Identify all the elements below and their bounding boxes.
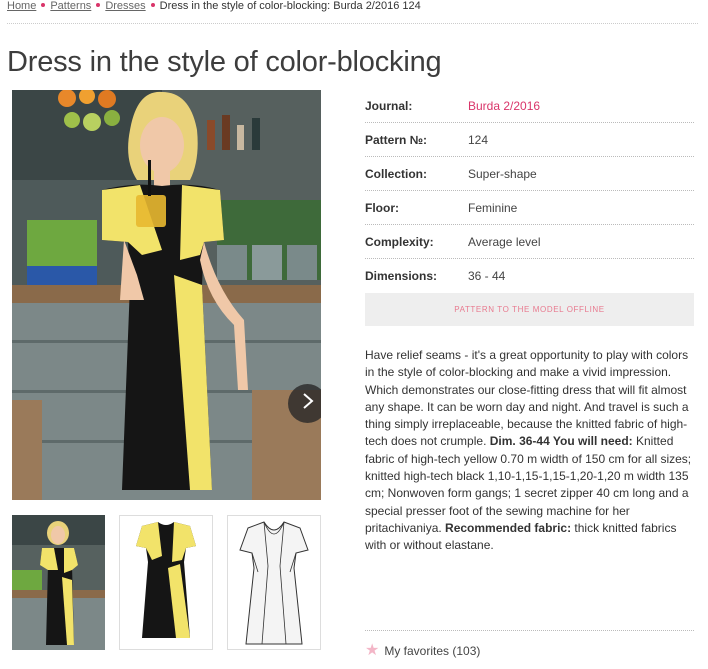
property-label: Complexity: <box>365 234 434 249</box>
pattern-offline-button[interactable]: PATTERN TO THE MODEL OFFLINE <box>365 293 694 326</box>
journal-link[interactable]: Burda 2/2016 <box>468 99 540 113</box>
breadcrumb-separator <box>96 3 101 7</box>
pattern-description: Have relief seams - it's a great opportu… <box>365 347 695 555</box>
next-image-button[interactable] <box>288 384 321 423</box>
property-label: Pattern №: <box>365 132 428 147</box>
property-row-dimensions: Dimensions: 36 - 44 <box>365 259 694 293</box>
breadcrumb-separator <box>41 3 46 7</box>
property-value: 124 <box>468 132 489 147</box>
property-value: Super-shape <box>468 166 537 181</box>
property-label: Journal: <box>365 98 413 113</box>
property-value: Average level <box>468 234 541 249</box>
thumbnail-technical-drawing[interactable] <box>227 515 321 650</box>
main-product-image[interactable] <box>12 90 321 500</box>
property-row-collection: Collection: Super-shape <box>365 157 694 191</box>
property-label: Collection: <box>365 166 427 181</box>
page-title: Dress in the style of color-blocking <box>7 46 442 78</box>
property-value: 36 - 44 <box>468 269 506 283</box>
divider <box>365 630 694 631</box>
favorites-label: My favorites (103) <box>384 644 481 658</box>
property-row-journal: Journal: Burda 2/2016 <box>365 89 694 123</box>
pattern-properties: Journal: Burda 2/2016 Pattern №: 124 Col… <box>365 89 694 293</box>
property-label: Dimensions: <box>365 269 438 283</box>
property-row-pattern-number: Pattern №: 124 <box>365 123 694 157</box>
property-label: Floor: <box>365 200 399 215</box>
breadcrumb: Home Patterns Dresses Dress in the style of… <box>7 0 421 14</box>
thumbnail-photo[interactable] <box>12 515 105 650</box>
breadcrumb-dresses-link[interactable]: Dresses <box>105 0 145 12</box>
property-row-floor: Floor: Feminine <box>365 191 694 225</box>
description-bold: Recommended fabric: <box>445 520 572 535</box>
divider <box>7 23 698 24</box>
breadcrumb-current: Dress in the style of color-blocking: Bu… <box>159 0 421 12</box>
property-row-complexity: Complexity: Average level <box>365 225 694 259</box>
favorites-button[interactable]: ★ My favorites (103) <box>365 642 481 659</box>
chevron-right-icon <box>301 392 315 415</box>
property-value: Feminine <box>468 200 518 215</box>
description-text: Knitted fabric of high-tech yellow 0.70 … <box>365 434 692 535</box>
description-bold: Dim. 36-44 You will need: <box>489 434 633 449</box>
breadcrumb-home-link[interactable]: Home <box>7 0 36 12</box>
star-icon: ★ <box>365 642 380 659</box>
breadcrumb-separator <box>150 3 155 7</box>
thumbnail-dress-flat[interactable] <box>119 515 213 650</box>
breadcrumb-patterns-link[interactable]: Patterns <box>50 0 91 12</box>
